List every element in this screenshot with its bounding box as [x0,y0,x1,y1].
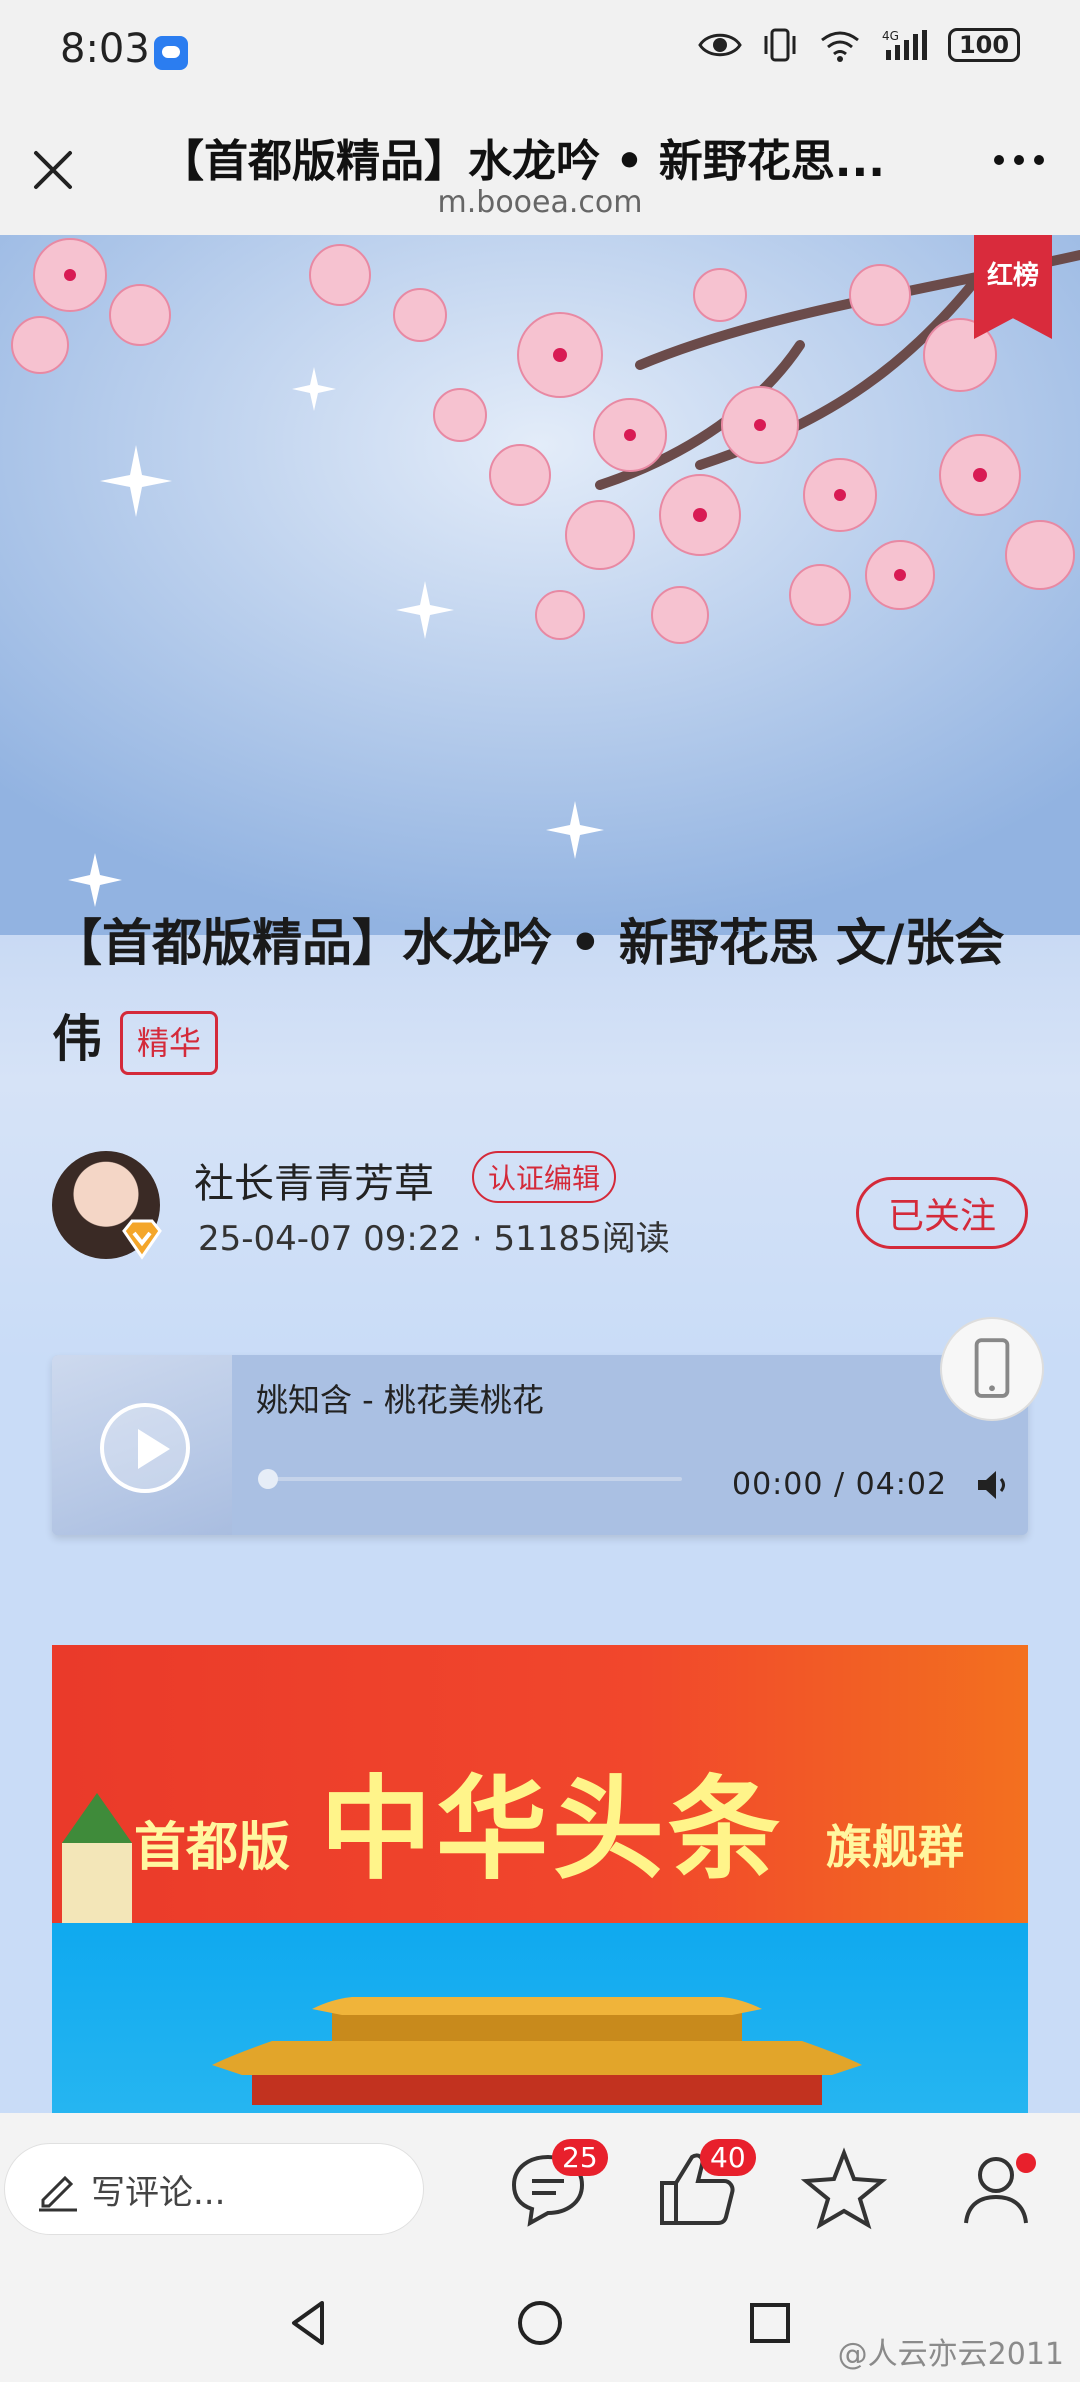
banner-tail: 旗舰群 [826,1820,964,1874]
banner-subtitle: 首都版 [134,1818,291,1878]
wifi-icon [821,31,859,62]
tiananmen-gate-image [212,1997,862,2105]
watermark: @人云亦云2011 [837,2337,1064,2372]
comment-count-badge: 25 [552,2139,608,2176]
cherry-blossom-image [0,235,1080,935]
more-icon[interactable] [994,155,1044,165]
article-title: 【首都版精品】水龙吟 • 新野花思 文/张会伟 精华 [52,895,1032,1087]
time-readout: 00:00 / 04:02 [732,1467,948,1502]
home-circle-icon[interactable] [512,2295,568,2351]
verified-editor-badge: 认证编辑 [472,1151,617,1203]
notification-dot [1016,2153,1036,2173]
song-title: 姚知含 - 桃花美桃花 [256,1381,544,1419]
comment-input[interactable]: 写评论... [4,2143,424,2235]
play-icon[interactable] [100,1403,190,1493]
system-navigation-bar: @人云亦云2011 [0,2263,1080,2382]
comment-placeholder: 写评论... [91,2172,226,2213]
vip-badge-icon [122,1219,162,1260]
promo-banner[interactable]: 首都版 中华头条 旗舰群 [52,1645,1028,2113]
status-icons: 4G 100 [698,28,1020,62]
progress-bar[interactable] [262,1477,682,1481]
volume-icon[interactable] [972,1465,1012,1505]
follow-button[interactable]: 已关注 [856,1177,1028,1249]
author-row: 社长青青芳草 认证编辑 25-04-07 09:22 · 51185阅读 已关注 [52,1151,1032,1271]
weather-icon [154,36,188,70]
post-meta: 25-04-07 09:22 · 51185阅读 [198,1219,670,1259]
audio-player: 姚知含 - 桃花美桃花 00:00 / 04:02 [52,1355,1028,1535]
page-title: 【首都版精品】水龙吟 • 新野花思... [160,136,885,187]
star-icon[interactable] [796,2141,892,2237]
eye-icon [698,33,742,57]
back-triangle-icon[interactable] [282,2295,338,2351]
emblem-icon [62,1793,132,1923]
status-bar: 8:03 4G 100 [0,0,1080,105]
status-time: 8:03 [60,26,150,72]
like-count-badge: 40 [700,2139,756,2176]
progress-knob[interactable] [258,1469,278,1489]
featured-badge: 精华 [120,1010,219,1075]
pencil-icon [39,2175,77,2212]
page-url: m.booea.com [437,185,643,220]
battery-indicator: 100 [948,28,1020,62]
phone-icon[interactable] [940,1317,1044,1421]
article-content[interactable]: 红榜 【首都版精品】水龙吟 • 新野花思 文/张会伟 精华 社长青青芳草 认证编辑… [0,235,1080,2113]
recents-square-icon[interactable] [742,2295,798,2351]
bottom-action-bar: 写评论... 25 40 [0,2113,1080,2263]
banner-title: 中华头条 [320,1765,784,1895]
author-name[interactable]: 社长青青芳草 [194,1151,434,1209]
vibrate-icon [764,28,796,62]
signal-4g-icon: 4G [882,29,927,60]
svg-text:4G: 4G [882,29,899,43]
browser-title-bar: 【首都版精品】水龙吟 • 新野花思... m.booea.com [0,105,1080,235]
